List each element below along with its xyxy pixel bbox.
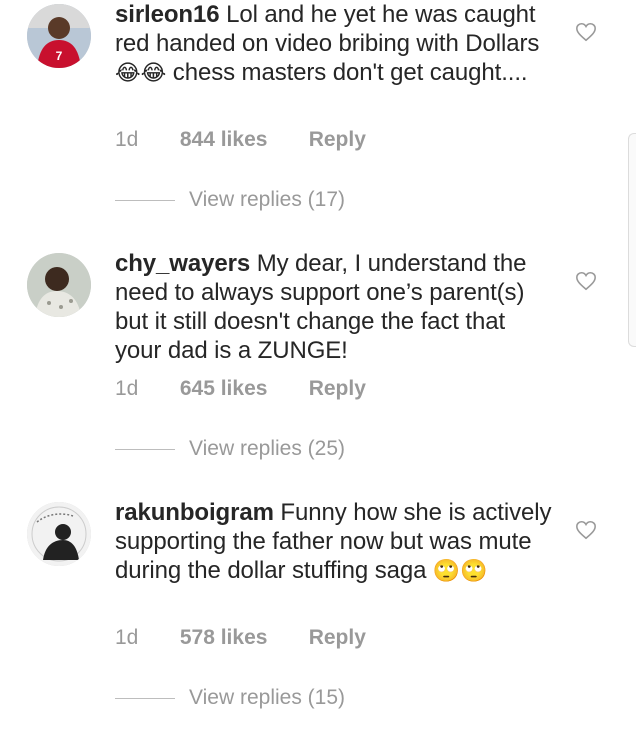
comment-text: rakunboigram Funny how she is actively s… bbox=[115, 498, 555, 585]
view-replies-button[interactable]: View replies (17) bbox=[115, 188, 345, 214]
scrollbar[interactable] bbox=[628, 133, 636, 347]
comment-meta: 1d 578 likes Reply bbox=[115, 626, 366, 652]
view-replies-button[interactable]: View replies (15) bbox=[115, 686, 345, 712]
eye-roll-emoji: 🙄🙄 bbox=[432, 558, 488, 583]
comment-likes[interactable]: 578 likes bbox=[180, 626, 303, 650]
comment-item: 7 sirleon16 Lol and he yet he was caught… bbox=[0, 0, 636, 249]
view-replies-label: View replies (25) bbox=[189, 437, 346, 460]
comment-likes[interactable]: 645 likes bbox=[180, 377, 303, 401]
heart-outline-icon[interactable] bbox=[575, 519, 597, 541]
comment-item: chy_wayers My dear, I understand the nee… bbox=[0, 249, 636, 498]
comment-text: chy_wayers My dear, I understand the nee… bbox=[115, 249, 555, 365]
avatar[interactable]: 7 bbox=[27, 4, 91, 68]
comment-time: 1d bbox=[115, 128, 139, 151]
comment-text: sirleon16 Lol and he yet he was caught r… bbox=[115, 0, 555, 87]
comment-body-continued: chess masters don't get caught.... bbox=[172, 59, 528, 86]
comment-time: 1d bbox=[115, 377, 139, 400]
comment-username[interactable]: sirleon16 bbox=[115, 1, 220, 28]
replies-divider bbox=[115, 697, 175, 699]
comment-meta: 1d 645 likes Reply bbox=[115, 377, 366, 403]
heart-outline-icon[interactable] bbox=[575, 21, 597, 43]
comment-username[interactable]: rakunboigram bbox=[115, 499, 274, 526]
reply-button[interactable]: Reply bbox=[309, 626, 366, 650]
view-replies-button[interactable]: View replies (25) bbox=[115, 437, 345, 463]
comment-time: 1d bbox=[115, 626, 139, 649]
view-replies-label: View replies (15) bbox=[189, 686, 346, 709]
laughing-emoji: 😂😂 bbox=[115, 60, 167, 85]
comment-item: rakunboigram Funny how she is actively s… bbox=[0, 498, 636, 747]
avatar[interactable] bbox=[27, 502, 91, 566]
replies-divider bbox=[115, 448, 175, 450]
comment-likes[interactable]: 844 likes bbox=[180, 128, 303, 152]
replies-divider bbox=[115, 199, 175, 201]
avatar[interactable] bbox=[27, 253, 91, 317]
reply-button[interactable]: Reply bbox=[309, 377, 366, 401]
svg-text:7: 7 bbox=[56, 49, 63, 63]
view-replies-label: View replies (17) bbox=[189, 188, 346, 211]
comment-username[interactable]: chy_wayers bbox=[115, 250, 250, 277]
reply-button[interactable]: Reply bbox=[309, 128, 366, 152]
comment-meta: 1d 844 likes Reply bbox=[115, 128, 366, 154]
heart-outline-icon[interactable] bbox=[575, 270, 597, 292]
